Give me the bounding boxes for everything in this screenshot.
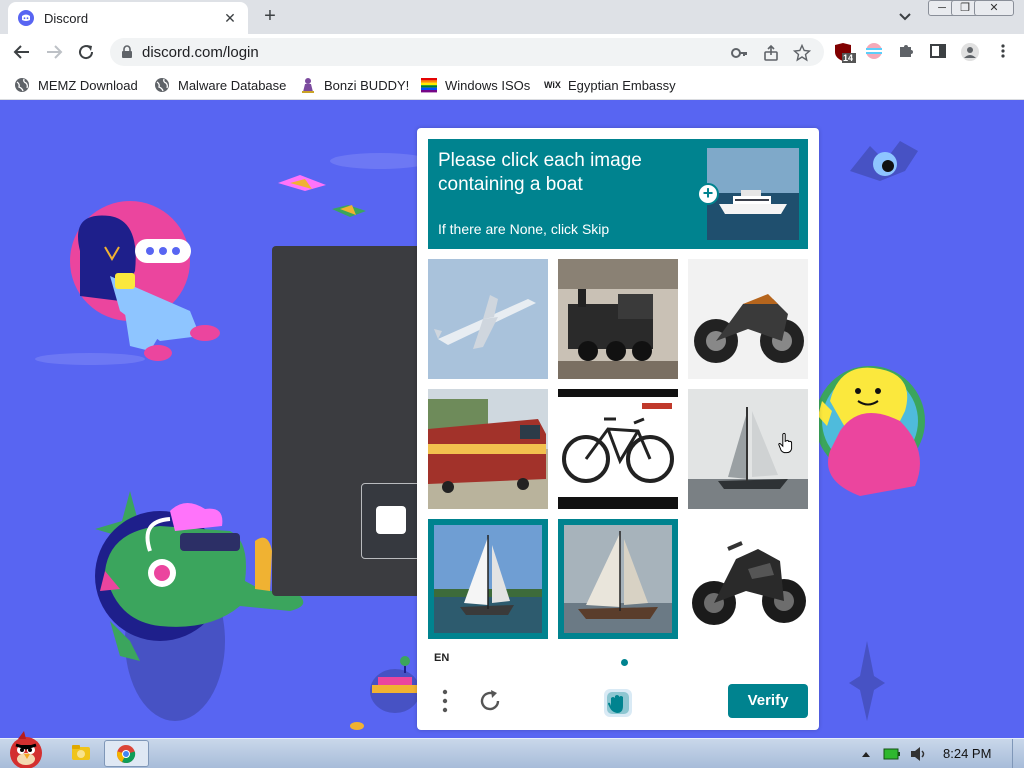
bookmark-label: Windows ISOs — [445, 77, 531, 93]
show-desktop-button[interactable] — [1012, 739, 1024, 768]
url-text[interactable]: discord.com/login — [142, 44, 259, 61]
refresh-challenge-icon[interactable] — [477, 688, 503, 714]
battery-icon[interactable] — [883, 747, 901, 761]
prompt-example-image — [707, 148, 799, 240]
prompt-subtitle: If there are None, click Skip — [438, 221, 610, 237]
new-tab-button[interactable]: + — [258, 4, 282, 28]
tab-strip: Discord ✕ + ─ ❐ ✕ — [0, 0, 1024, 34]
hcaptcha-challenge: Please click each image containing a boa… — [417, 128, 819, 730]
bookmark-label: Egyptian Embassy — [568, 77, 676, 93]
back-icon[interactable] — [10, 40, 34, 64]
captcha-tile-motorcycle[interactable] — [688, 259, 808, 379]
prompt-line-1: Please click each image — [438, 150, 642, 171]
rainbow-icon — [421, 77, 437, 93]
share-icon[interactable] — [762, 44, 780, 62]
captcha-tile-freight-train[interactable] — [428, 389, 548, 509]
bookmark-malware-database[interactable]: Malware Database — [154, 76, 286, 94]
bookmarks-bar: MEMZ Download Malware Database Bonzi BUD… — [0, 70, 1024, 100]
windows-taskbar: 8:24 PM — [0, 731, 1024, 768]
taskbar-chrome-button[interactable] — [104, 740, 149, 767]
chrome-icon — [117, 745, 136, 764]
hcaptcha-logo-icon[interactable] — [601, 686, 635, 720]
captcha-tile-steam-train[interactable] — [558, 259, 678, 379]
captcha-tile-motorcycle-2[interactable] — [688, 519, 808, 639]
show-hidden-icons-icon[interactable] — [860, 747, 872, 759]
profile-avatar-icon[interactable] — [960, 42, 980, 62]
globe-icon — [154, 77, 170, 93]
language-selector[interactable]: EN — [434, 652, 449, 664]
bookmark-label: Malware Database — [178, 77, 287, 93]
file-explorer-icon[interactable] — [70, 741, 92, 767]
ublock-extension-icon[interactable]: 14 — [834, 42, 856, 63]
extensions-puzzle-icon[interactable] — [897, 42, 917, 62]
bookmark-windows-isos[interactable]: Windows ISOs — [421, 76, 530, 94]
bookmark-label: Bonzi BUDDY! — [324, 77, 410, 93]
tab-title: Discord — [44, 10, 89, 26]
tab-close-icon[interactable]: ✕ — [222, 10, 238, 27]
reload-icon[interactable] — [74, 40, 98, 64]
pride-flag-extension-icon[interactable] — [865, 42, 885, 62]
globe-icon — [14, 77, 30, 93]
bonzi-icon — [300, 77, 316, 93]
verify-button[interactable]: Verify — [728, 684, 808, 718]
taskbar-clock[interactable]: 8:24 PM — [943, 746, 991, 761]
browser-toolbar: discord.com/login 14 — [0, 34, 1024, 70]
bookmark-egyptian-embassy[interactable]: WiX Egyptian Embassy — [544, 76, 676, 94]
browser-menu-icon[interactable] — [994, 42, 1014, 62]
captcha-tile-airplane[interactable] — [428, 259, 548, 379]
bookmark-star-icon[interactable] — [792, 43, 812, 62]
lock-icon[interactable] — [120, 45, 134, 59]
discord-favicon-icon — [18, 10, 34, 26]
captcha-tile-bicycle[interactable] — [558, 389, 678, 509]
window-close-button[interactable]: ✕ — [974, 0, 1014, 16]
tab-search-chevron-icon[interactable] — [896, 6, 914, 26]
side-panel-icon[interactable] — [929, 42, 949, 62]
start-button-angry-bird-icon[interactable] — [4, 729, 48, 768]
address-bar[interactable]: discord.com/login — [110, 38, 824, 66]
menu-dots-icon[interactable] — [439, 688, 451, 714]
page-indicator-dot — [621, 659, 628, 666]
extension-badge: 14 — [843, 53, 854, 63]
bookmark-bonzi-buddy[interactable]: Bonzi BUDDY! — [300, 76, 409, 94]
expand-example-icon[interactable]: + — [697, 183, 719, 205]
captcha-tile-sailboat-selected-1[interactable] — [428, 519, 548, 639]
wix-icon: WiX — [544, 80, 561, 90]
bookmark-memz-download[interactable]: MEMZ Download — [14, 76, 138, 94]
hand-cursor-icon — [778, 432, 793, 454]
prompt-title: Please click each image containing a boa… — [438, 149, 688, 197]
modal-white-block — [376, 506, 406, 534]
password-key-icon[interactable] — [730, 44, 748, 62]
login-modal-fragment — [361, 483, 421, 559]
tab-discord[interactable]: Discord ✕ — [8, 2, 248, 34]
captcha-tile-sailboat-selected-2[interactable] — [558, 519, 678, 639]
captcha-tile-sailboat-gray[interactable] — [688, 389, 808, 509]
challenge-prompt: Please click each image containing a boa… — [428, 139, 808, 249]
forward-icon[interactable] — [42, 40, 66, 64]
prompt-line-2: containing a boat — [438, 174, 583, 195]
volume-icon[interactable] — [910, 746, 928, 762]
bookmark-label: MEMZ Download — [38, 77, 138, 93]
